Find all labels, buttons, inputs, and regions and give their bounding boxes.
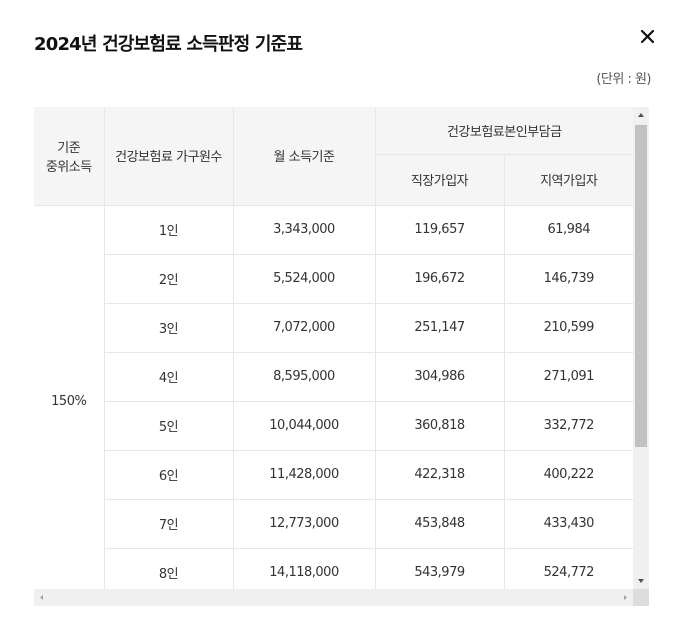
cell-income: 5,524,000 (232, 254, 375, 304)
scrollbar-corner (633, 589, 649, 606)
scroll-left-button[interactable] (34, 589, 50, 606)
cell-regional: 524,772 (503, 548, 633, 589)
cell-regional: 400,222 (503, 450, 633, 500)
table-row: 4인 8,595,000 304,986 271,091 (34, 352, 633, 402)
scroll-right-button[interactable] (617, 589, 633, 606)
cell-income: 7,072,000 (232, 303, 375, 353)
cell-income: 12,773,000 (232, 499, 375, 549)
cell-employee: 119,657 (374, 205, 504, 255)
header-median-income: 기준 중위소득 (34, 107, 104, 206)
table-row: 5인 10,044,000 360,818 332,772 (34, 401, 633, 451)
table-scroll-area[interactable]: 기준 중위소득 건강보험료 가구원수 월 소득기준 건강보험료본인부담금 직장가… (34, 107, 633, 589)
cell-regional: 61,984 (503, 205, 633, 255)
close-icon (640, 29, 655, 44)
table-row: 8인 14,118,000 543,979 524,772 (34, 548, 633, 589)
caret-down-icon (638, 579, 644, 583)
caret-left-icon (40, 595, 43, 600)
income-table: 기준 중위소득 건강보험료 가구원수 월 소득기준 건강보험료본인부담금 직장가… (34, 107, 633, 589)
cell-income: 8,595,000 (232, 352, 375, 402)
horizontal-scrollbar[interactable] (34, 589, 633, 606)
header-monthly-income: 월 소득기준 (232, 107, 375, 206)
cell-employee: 196,672 (374, 254, 504, 304)
cell-household: 2인 (103, 254, 233, 304)
cell-employee: 453,848 (374, 499, 504, 549)
scroll-up-button[interactable] (633, 107, 649, 123)
table-row: 2인 5,524,000 196,672 146,739 (34, 254, 633, 304)
header-median-income-line2: 중위소득 (45, 159, 92, 175)
header-household-size: 건강보험료 가구원수 (103, 107, 233, 206)
header-median-income-line1: 기준 (57, 140, 81, 156)
vertical-scroll-thumb[interactable] (635, 125, 647, 447)
caret-up-icon (638, 113, 644, 117)
header-employee: 직장가입자 (374, 154, 504, 206)
cell-regional: 210,599 (503, 303, 633, 353)
cell-employee: 360,818 (374, 401, 504, 451)
table-row: 150% 1인 3,343,000 119,657 61,984 (34, 205, 633, 589)
table-row: 7인 12,773,000 453,848 433,430 (34, 499, 633, 549)
cell-household: 3인 (103, 303, 233, 353)
cell-regional: 433,430 (503, 499, 633, 549)
cell-income: 3,343,000 (232, 205, 375, 255)
cell-income: 10,044,000 (232, 401, 375, 451)
cell-employee: 543,979 (374, 548, 504, 589)
income-criteria-modal: 2024년 건강보험료 소득판정 기준표 (단위 : 원) 기준 중위소득 건강… (0, 0, 679, 636)
header-regional: 지역가입자 (503, 154, 633, 206)
caret-right-icon (624, 595, 627, 600)
unit-label: (단위 : 원) (596, 72, 651, 87)
cell-regional: 332,772 (503, 401, 633, 451)
modal-title: 2024년 건강보험료 소득판정 기준표 (34, 34, 303, 55)
vertical-scrollbar[interactable] (633, 107, 649, 589)
cell-household: 6인 (103, 450, 233, 500)
table-row: 3인 7,072,000 251,147 210,599 (34, 303, 633, 353)
cell-income: 11,428,000 (232, 450, 375, 500)
cell-household: 8인 (103, 548, 233, 589)
cell-income: 14,118,000 (232, 548, 375, 589)
median-income-percent: 150% (34, 205, 104, 589)
table-row: 6인 11,428,000 422,318 400,222 (34, 450, 633, 500)
cell-household: 1인 (103, 205, 233, 255)
cell-employee: 422,318 (374, 450, 504, 500)
cell-household: 4인 (103, 352, 233, 402)
header-premium-group: 건강보험료본인부담금 (374, 107, 633, 155)
cell-employee: 304,986 (374, 352, 504, 402)
cell-employee: 251,147 (374, 303, 504, 353)
close-button[interactable] (636, 25, 658, 47)
cell-regional: 146,739 (503, 254, 633, 304)
cell-regional: 271,091 (503, 352, 633, 402)
cell-household: 5인 (103, 401, 233, 451)
cell-household: 7인 (103, 499, 233, 549)
scroll-down-button[interactable] (633, 573, 649, 589)
